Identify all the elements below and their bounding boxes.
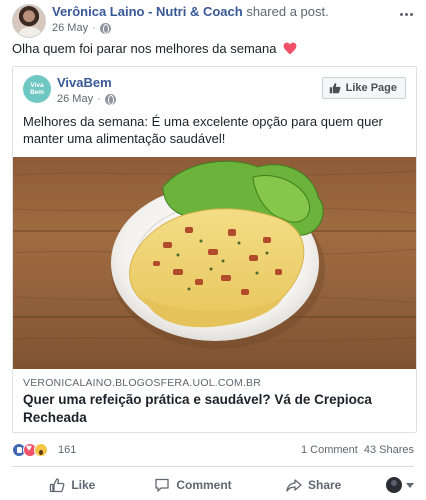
food-photo[interactable]	[13, 157, 416, 369]
post-text: Olha quem foi parar nos melhores da sema…	[12, 41, 297, 56]
link-domain[interactable]: VERONICALAINO.BLOGOSFERA.UOL.COM.BR	[23, 377, 261, 389]
heart-icon	[283, 42, 297, 55]
author-name[interactable]: Verônica Laino - Nutri & Coach	[52, 4, 243, 19]
share-count[interactable]: 43 Shares	[364, 444, 414, 456]
shared-text: shared a post.	[246, 4, 329, 19]
author-avatar[interactable]	[12, 4, 46, 38]
page-name[interactable]: VivaBem	[57, 75, 112, 90]
separator: ·	[92, 22, 96, 34]
shared-post-text: Melhores da semana: É uma excelente opçã…	[23, 114, 383, 146]
like-page-label: Like Page	[345, 82, 397, 94]
audience-avatar	[386, 477, 403, 493]
comment-count[interactable]: 1 Comment	[301, 444, 358, 456]
audience-selector[interactable]	[374, 477, 415, 493]
thumbs-up-icon	[329, 83, 341, 94]
separator: ·	[97, 93, 101, 105]
post-date[interactable]: 26 May	[52, 22, 88, 34]
reaction-icons[interactable]	[12, 443, 48, 457]
post-message: Olha quem foi parar nos melhores da sema…	[12, 41, 277, 56]
share-icon	[286, 479, 302, 492]
like-label: Like	[71, 478, 96, 492]
share-button[interactable]: Share	[253, 472, 374, 498]
shared-card[interactable]: Viva Bem VivaBem 26 May · Like Page Melh…	[12, 66, 417, 433]
comment-icon	[155, 478, 169, 492]
more-icon[interactable]	[398, 8, 414, 20]
header-line: Verônica Laino - Nutri & Coach shared a …	[52, 4, 329, 19]
comment-button[interactable]: Comment	[133, 472, 254, 498]
engagement-counts: 1 Comment 43 Shares	[301, 444, 414, 456]
reactions-bar: 161 1 Comment 43 Shares	[12, 442, 414, 460]
divider	[12, 466, 414, 467]
share-label: Share	[308, 478, 342, 492]
post-header: Verônica Laino - Nutri & Coach shared a …	[12, 4, 414, 38]
shared-post: Verônica Laino - Nutri & Coach shared a …	[0, 0, 426, 500]
thumbs-up-icon	[50, 478, 65, 493]
crepioca-illustration	[13, 160, 416, 349]
caret-down-icon	[406, 482, 415, 488]
page-logo[interactable]: Viva Bem	[23, 75, 51, 103]
like-page-button[interactable]: Like Page	[321, 77, 406, 99]
action-bar: Like Comment Share	[12, 470, 415, 500]
reaction-count[interactable]: 161	[58, 444, 76, 456]
shared-date[interactable]: 26 May	[57, 93, 93, 105]
like-button[interactable]: Like	[12, 472, 133, 498]
globe-icon[interactable]	[99, 22, 111, 34]
post-meta: 26 May ·	[52, 22, 111, 34]
comment-label: Comment	[176, 478, 232, 492]
link-title[interactable]: Quer uma refeição prática e saudável? Vá…	[23, 391, 408, 427]
globe-icon[interactable]	[104, 93, 116, 105]
page-meta: 26 May ·	[57, 93, 116, 105]
wow-reaction-icon	[34, 443, 48, 457]
